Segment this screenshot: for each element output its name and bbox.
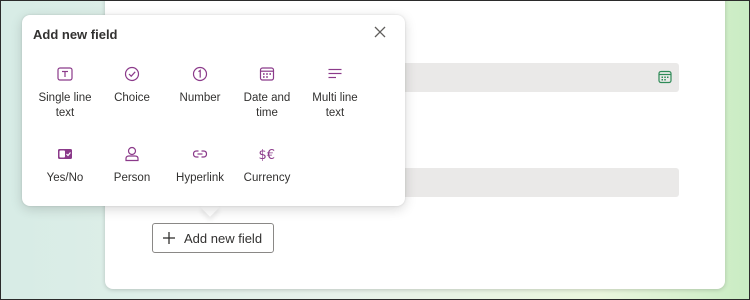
add-field-popup: Add new field Single line text Choice Nu… — [22, 15, 405, 206]
field-type-label: Choice — [114, 92, 150, 104]
field-type-label: Single line text — [38, 92, 92, 119]
field-type-single-line-text[interactable]: Single line text — [33, 65, 97, 121]
field-type-date-and-time[interactable]: Date and time — [235, 65, 299, 121]
date-field-input[interactable] — [395, 63, 679, 92]
add-new-field-label: Add new field — [184, 230, 263, 246]
field-type-label: Number — [179, 92, 221, 104]
text-box-icon — [57, 67, 73, 81]
field-type-label: Yes/No — [46, 172, 84, 184]
field-type-number[interactable]: Number — [168, 65, 232, 106]
field-type-label: Person — [113, 172, 151, 184]
add-new-field-button[interactable]: Add new field — [152, 223, 274, 253]
svg-text:$€: $€ — [259, 148, 276, 163]
text-field-input[interactable] — [395, 168, 679, 197]
field-type-label: Currency — [243, 172, 291, 184]
plus-icon — [163, 232, 175, 244]
close-icon[interactable] — [373, 25, 387, 39]
popup-title: Add new field — [33, 27, 118, 42]
field-type-label: Date and time — [243, 92, 291, 119]
field-type-hyperlink[interactable]: Hyperlink — [168, 145, 232, 186]
currency-icon: $€ — [259, 148, 276, 163]
field-type-label: Hyperlink — [176, 172, 224, 184]
field-type-currency[interactable]: $€ Currency — [235, 145, 299, 186]
field-type-person[interactable]: Person — [100, 145, 164, 186]
field-type-label: Multi line text — [312, 92, 358, 119]
person-icon — [125, 146, 139, 162]
field-type-multi-line-text[interactable]: Multi line text — [303, 65, 367, 121]
field-type-yes-no[interactable]: Yes/No — [33, 145, 97, 186]
text-lines-icon — [328, 68, 342, 79]
calendar-icon[interactable] — [658, 70, 672, 84]
toggle-icon — [58, 149, 72, 159]
circle-number-one-icon — [192, 66, 208, 82]
calendar-icon — [259, 67, 275, 81]
link-icon — [192, 150, 208, 158]
circle-check-icon — [124, 66, 140, 82]
field-type-choice[interactable]: Choice — [100, 65, 164, 106]
